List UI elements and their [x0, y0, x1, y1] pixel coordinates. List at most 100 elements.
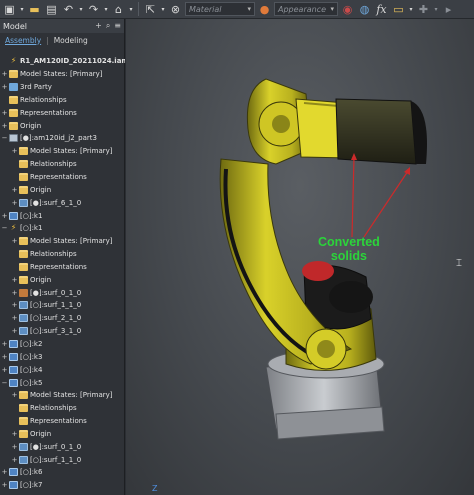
expand-icon[interactable]: +: [11, 276, 18, 284]
select-mode-dropdown-icon[interactable]: ▾: [160, 2, 166, 17]
tree-row[interactable]: + Model States: [Primary]: [0, 389, 125, 402]
collapse-icon[interactable]: −: [1, 379, 8, 387]
tree-row[interactable]: + [○]:surf_1_1_0: [0, 299, 125, 312]
tree-row-label: [●]:am120id_j2_part3: [20, 134, 97, 143]
expand-icon[interactable]: +: [11, 443, 18, 451]
clear-appearance-icon[interactable]: ◉: [340, 2, 355, 17]
tree-row[interactable]: + Origin: [0, 119, 125, 132]
tree-row[interactable]: + Origin: [0, 183, 125, 196]
redo-icon[interactable]: ↷: [86, 2, 101, 17]
graphics-viewport[interactable]: [126, 19, 474, 495]
new-file-icon[interactable]: ▣: [2, 2, 17, 17]
appearance-dropdown[interactable]: Appearance ▾: [274, 2, 338, 16]
tree-row-label: [○]:k6: [20, 468, 43, 477]
redo-dropdown-icon[interactable]: ▾: [103, 2, 109, 17]
tree-row[interactable]: Relationships: [0, 94, 125, 107]
parameters-icon[interactable]: fx: [374, 2, 389, 17]
expand-icon[interactable]: +: [11, 199, 18, 207]
tree-row[interactable]: − [●]:am120id_j2_part3: [0, 132, 125, 145]
tree-row[interactable]: + [○]:k3: [0, 350, 125, 363]
tree-row[interactable]: + [○]:k1: [0, 209, 125, 222]
robot-model-render: [219, 78, 427, 440]
expand-icon[interactable]: +: [1, 70, 8, 78]
expand-icon[interactable]: +: [1, 109, 8, 117]
menu-icon[interactable]: ≡: [114, 21, 121, 31]
tree-row[interactable]: + Representations: [0, 106, 125, 119]
tree-row-label: [○]:surf_1_1_0: [30, 455, 82, 464]
undo-dropdown-icon[interactable]: ▾: [78, 2, 84, 17]
tab-assembly[interactable]: Assembly: [3, 35, 43, 46]
expand-icon[interactable]: +: [11, 237, 18, 245]
more-icon[interactable]: ▸: [441, 2, 456, 17]
expand-icon[interactable]: +: [11, 430, 18, 438]
expand-icon[interactable]: +: [1, 340, 8, 348]
tree-row[interactable]: + Model States: [Primary]: [0, 235, 125, 248]
tree-row[interactable]: Relationships: [0, 248, 125, 261]
tree-row[interactable]: + [○]:surf_2_1_0: [0, 312, 125, 325]
expand-icon[interactable]: +: [11, 314, 18, 322]
tree-row[interactable]: Representations: [0, 171, 125, 184]
tree-row-label: Origin: [30, 429, 52, 438]
add-panel-icon[interactable]: +: [95, 21, 102, 31]
measure-dropdown-icon[interactable]: ▾: [408, 2, 414, 17]
tree-row[interactable]: + [○]:surf_3_1_0: [0, 325, 125, 338]
expand-icon[interactable]: +: [1, 481, 8, 489]
tree-row[interactable]: + Origin: [0, 273, 125, 286]
adjust-appearance-icon[interactable]: ◍: [357, 2, 372, 17]
tree-row[interactable]: + [○]:surf_1_1_0: [0, 453, 125, 466]
expand-icon[interactable]: +: [1, 83, 8, 91]
expand-icon[interactable]: +: [1, 212, 8, 220]
expand-icon[interactable]: +: [1, 353, 8, 361]
open-folder-icon[interactable]: ▬: [27, 2, 42, 17]
tree-row[interactable]: ⚡ R1_AM120ID_20211024.iam: [0, 55, 125, 68]
tree-row[interactable]: Representations: [0, 415, 125, 428]
select-mode-icon[interactable]: ⇱: [143, 2, 158, 17]
tree-row[interactable]: − [○]:k5: [0, 376, 125, 389]
expand-icon[interactable]: +: [1, 468, 8, 476]
tree-row[interactable]: Representations: [0, 261, 125, 274]
tree-row[interactable]: + [●]:surf_0_1_0: [0, 286, 125, 299]
expand-icon[interactable]: +: [11, 327, 18, 335]
toolbar-divider: [138, 2, 139, 16]
tree-row[interactable]: Relationships: [0, 158, 125, 171]
cube-icon: [9, 468, 18, 477]
expand-icon[interactable]: +: [1, 122, 8, 130]
expand-icon[interactable]: +: [11, 186, 18, 194]
tree-row[interactable]: Relationships: [0, 402, 125, 415]
tab-modeling[interactable]: Modeling: [52, 35, 90, 46]
tree-row[interactable]: + Model States: [Primary]: [0, 145, 125, 158]
measure-icon[interactable]: ▭: [391, 2, 406, 17]
tree-row-label: [○]:k3: [20, 352, 43, 361]
tree-row-label: Representations: [30, 173, 87, 182]
tree-row[interactable]: + [●]:surf_6_1_0: [0, 196, 125, 209]
add-dropdown-icon[interactable]: ▾: [433, 2, 439, 17]
expand-icon[interactable]: +: [11, 147, 18, 155]
cube-icon: [9, 378, 18, 387]
expand-icon[interactable]: +: [11, 289, 18, 297]
collapse-icon[interactable]: −: [1, 224, 8, 232]
tree-row[interactable]: + Origin: [0, 427, 125, 440]
tree-row[interactable]: +3rd Party: [0, 81, 125, 94]
save-icon[interactable]: ▤: [44, 2, 59, 17]
expand-icon[interactable]: +: [1, 366, 8, 374]
expand-icon[interactable]: +: [11, 301, 18, 309]
search-icon[interactable]: ⌕: [106, 21, 110, 31]
tree-row[interactable]: + [○]:k2: [0, 338, 125, 351]
collapse-icon[interactable]: −: [1, 134, 8, 142]
expand-icon[interactable]: +: [11, 391, 18, 399]
model-browser-panel: Model + ⌕ ≡ Assembly | Modeling ⚡ R1_AM12…: [0, 19, 125, 495]
expand-icon[interactable]: +: [11, 456, 18, 464]
material-dropdown[interactable]: Material ▾: [185, 2, 255, 16]
dropdown-chevron-icon[interactable]: ▾: [19, 2, 25, 17]
tree-row[interactable]: + Model States: [Primary]: [0, 68, 125, 81]
tree-row[interactable]: + [○]:k7: [0, 479, 125, 492]
tree-row[interactable]: + [○]:k6: [0, 466, 125, 479]
tree-row[interactable]: − ⚡ [○]:k1: [0, 222, 125, 235]
tree-row[interactable]: + [○]:k4: [0, 363, 125, 376]
add-icon[interactable]: ✚: [416, 2, 431, 17]
home-dropdown-icon[interactable]: ▾: [128, 2, 134, 17]
undo-icon[interactable]: ↶: [61, 2, 76, 17]
tree-row[interactable]: + [●]:surf_0_1_0: [0, 440, 125, 453]
material-globe-icon: ⊗: [170, 2, 181, 16]
home-icon[interactable]: ⌂: [111, 2, 126, 17]
